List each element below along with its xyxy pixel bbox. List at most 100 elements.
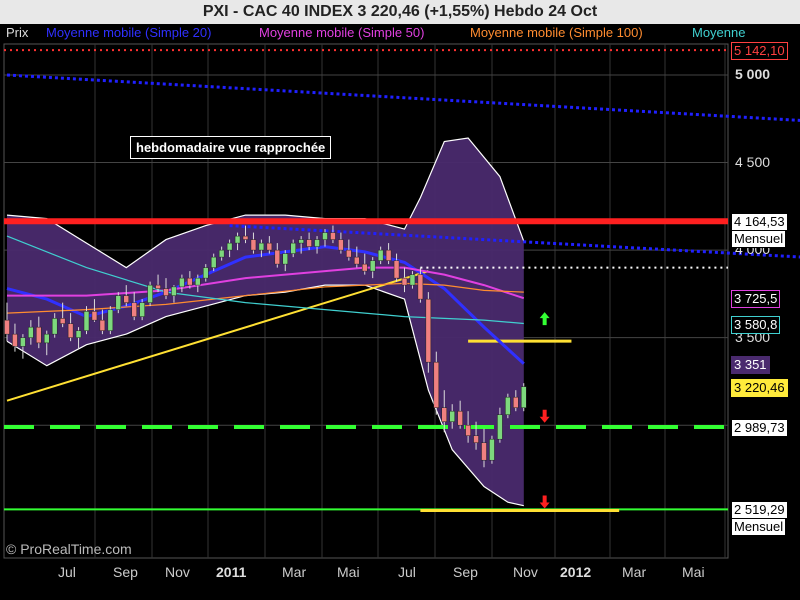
y-tick-label: 4 500	[735, 153, 771, 170]
candle-23	[187, 277, 193, 286]
x-tick-label: Nov	[165, 564, 190, 580]
legend-item-0: Prix	[6, 25, 29, 40]
candle-20	[163, 288, 169, 296]
candle-39	[314, 239, 320, 247]
candle-17	[139, 302, 145, 317]
price-label-7: 2 519,29	[731, 501, 788, 520]
candle-18	[147, 284, 153, 303]
candle-65	[521, 386, 527, 408]
candle-27	[218, 249, 225, 258]
down-arrow-2	[539, 495, 550, 509]
watermark: © ProRealTime.com	[6, 541, 132, 557]
candle-26	[210, 256, 217, 268]
candle-36	[290, 242, 296, 254]
candle-40	[322, 232, 328, 240]
x-tick-label: Mar	[622, 564, 647, 580]
candle-10	[83, 311, 90, 331]
candle-2	[20, 337, 26, 347]
candle-7	[59, 318, 66, 324]
candle-6	[51, 318, 58, 335]
candle-51	[409, 274, 416, 286]
candle-32	[258, 242, 265, 251]
candle-58	[465, 424, 471, 436]
candle-22	[179, 277, 185, 288]
candle-35	[282, 253, 288, 265]
down-arrow-1	[539, 409, 550, 423]
x-tick-label: Jul	[398, 564, 416, 580]
candle-49	[393, 260, 400, 279]
candle-33	[266, 242, 273, 251]
candle-43	[346, 249, 352, 258]
x-tick-label: Sep	[113, 564, 138, 580]
candle-52	[417, 274, 424, 300]
price-label-5: 3 220,46	[731, 378, 788, 397]
x-tick-label: Mai	[682, 564, 705, 580]
candle-5	[44, 333, 50, 344]
chart-annotation: hebdomadaire vue rapprochée	[130, 136, 332, 159]
price-label-6: 2 989,73	[731, 419, 788, 437]
candle-29	[234, 235, 241, 244]
candle-42	[338, 239, 344, 251]
candle-8	[67, 323, 74, 338]
price-label-1: 4 164,53	[731, 213, 788, 232]
legend-item-4: Moyenne	[692, 25, 746, 40]
candle-61	[489, 438, 495, 461]
candle-34	[274, 249, 281, 265]
candle-21	[171, 286, 177, 296]
candle-28	[226, 242, 233, 251]
price-label-3: 3 580,8	[731, 315, 781, 334]
price-label-sub-1: Mensuel	[731, 230, 787, 249]
price-chart[interactable]	[0, 0, 800, 600]
candle-41	[330, 232, 336, 240]
x-tick-label: Mar	[282, 564, 307, 580]
candle-45	[362, 263, 368, 272]
candle-38	[306, 239, 312, 247]
candle-14	[115, 295, 122, 310]
candle-48	[385, 249, 392, 261]
candle-63	[505, 396, 511, 415]
candle-37	[298, 239, 304, 244]
candle-15	[123, 295, 129, 303]
candle-3	[28, 326, 34, 338]
legend-item-3: Moyenne mobile (Simple 100)	[470, 25, 643, 40]
x-tick-label: Jul	[58, 564, 76, 580]
y-tick-label: 5 000	[735, 66, 771, 82]
candle-12	[99, 319, 106, 331]
candle-25	[203, 267, 209, 279]
candle-64	[513, 396, 519, 408]
candle-16	[131, 302, 137, 317]
price-label-2: 3 725,5	[731, 290, 781, 309]
x-tick-label: Mai	[337, 564, 360, 580]
candle-30	[242, 235, 249, 240]
candle-60	[481, 442, 487, 461]
legend-item-1: Moyenne mobile (Simple 20)	[46, 25, 212, 40]
candle-44	[354, 256, 360, 265]
candle-50	[401, 277, 408, 286]
falling-long-trend	[6, 73, 800, 122]
candle-53	[425, 298, 432, 363]
price-label-4: 3 351	[731, 355, 770, 374]
candle-0	[4, 319, 10, 335]
x-tick-label: 2012	[560, 564, 592, 580]
candle-55	[441, 407, 447, 422]
candle-59	[473, 435, 479, 443]
candle-13	[107, 309, 114, 331]
candle-9	[75, 330, 82, 338]
x-tick-label: 2011	[216, 564, 247, 580]
candle-47	[377, 249, 384, 261]
candle-19	[155, 284, 161, 289]
candle-24	[195, 277, 201, 286]
price-label-sub-7: Mensuel	[731, 518, 787, 537]
price-label-0: 5 142,10	[731, 42, 788, 61]
candle-54	[433, 361, 440, 408]
candle-62	[497, 414, 503, 440]
candle-57	[457, 410, 463, 426]
candle-1	[12, 333, 18, 347]
up-arrow	[539, 312, 550, 326]
legend-item-2: Moyenne mobile (Simple 50)	[259, 25, 425, 40]
x-tick-label: Sep	[453, 564, 478, 580]
x-tick-label: Nov	[513, 564, 538, 580]
candle-46	[369, 260, 376, 272]
candle-11	[91, 311, 98, 321]
candle-31	[250, 239, 257, 251]
